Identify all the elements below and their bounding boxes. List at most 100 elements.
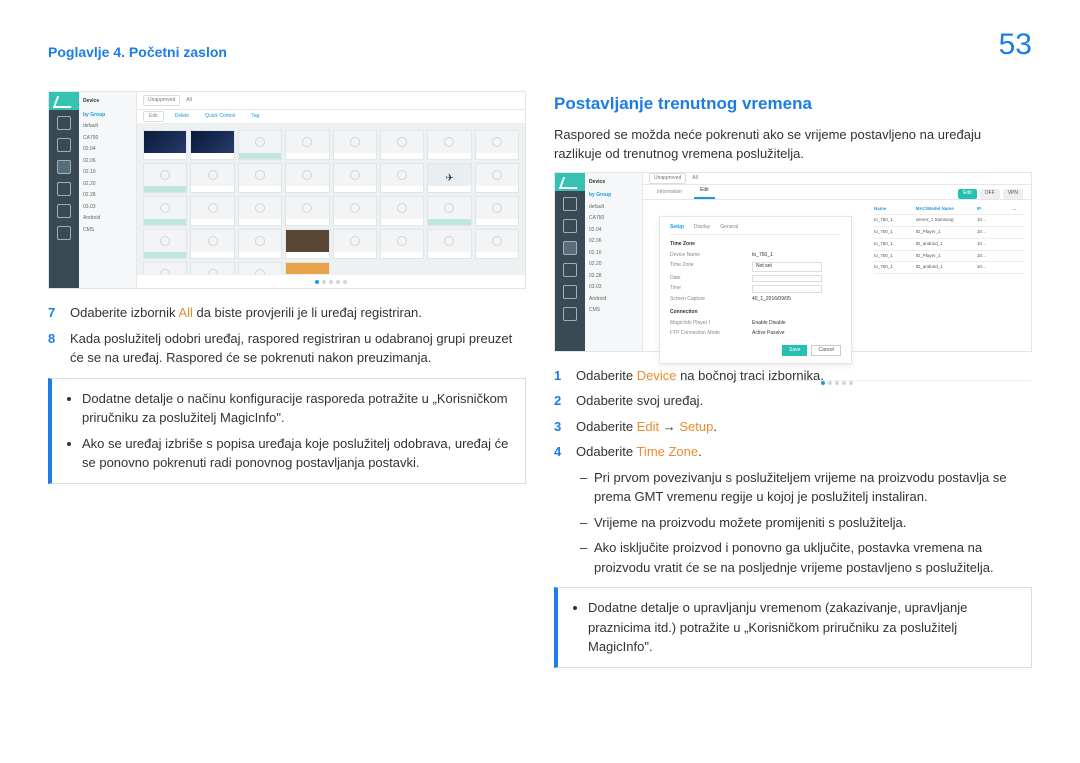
pager[interactable] xyxy=(137,274,525,288)
device-thumb[interactable] xyxy=(238,229,282,259)
panel-tab-setup[interactable]: Setup xyxy=(670,224,684,232)
table-row[interactable]: to_750_1ID_android_110… xyxy=(874,239,1025,251)
device-thumb[interactable] xyxy=(238,196,282,226)
device-thumb[interactable] xyxy=(380,163,424,193)
device-thumb[interactable] xyxy=(190,196,234,226)
sidebar-item[interactable]: 02.04 xyxy=(589,225,638,237)
delete-button[interactable]: Delete xyxy=(170,112,194,122)
tab-unapproved[interactable]: Unapproved xyxy=(143,95,180,107)
sidebar-item[interactable]: 02.20 xyxy=(83,179,132,191)
sidebar-item[interactable]: 03.03 xyxy=(83,202,132,214)
tab-edit[interactable]: Edit xyxy=(694,185,715,199)
device-thumb[interactable] xyxy=(475,130,519,160)
tab-all[interactable]: All xyxy=(186,97,192,105)
nav-device-icon[interactable] xyxy=(57,160,71,174)
radio-group[interactable]: Active Passive xyxy=(752,330,785,338)
device-thumb[interactable] xyxy=(333,130,377,160)
sidebar-item[interactable]: Android xyxy=(589,294,638,306)
tab-information[interactable]: Information xyxy=(651,187,688,199)
sidebar-item[interactable]: 02.04 xyxy=(83,144,132,156)
sidebar-item[interactable]: by Group xyxy=(589,190,638,202)
panel-tab-general[interactable]: General xyxy=(720,224,738,232)
table-row[interactable]: to_750_1server_1 Samsung10… xyxy=(874,215,1025,227)
nav-icon[interactable] xyxy=(57,116,71,130)
th[interactable]: … xyxy=(1012,206,1025,213)
device-thumb[interactable] xyxy=(427,229,471,259)
device-thumb[interactable] xyxy=(475,229,519,259)
sidebar-item[interactable]: 02.20 xyxy=(589,259,638,271)
device-thumb[interactable] xyxy=(285,196,329,226)
device-thumb[interactable] xyxy=(143,196,187,226)
nav-icon[interactable] xyxy=(563,219,577,233)
device-thumb[interactable] xyxy=(427,196,471,226)
table-row[interactable]: to_750_1ID_android_110… xyxy=(874,262,1025,274)
tab-all[interactable]: All xyxy=(692,175,698,183)
tag-button[interactable]: Tag xyxy=(246,112,264,122)
nav-icon[interactable] xyxy=(563,263,577,277)
device-thumb[interactable] xyxy=(238,262,282,274)
device-thumb[interactable] xyxy=(285,262,329,274)
device-thumb[interactable] xyxy=(380,130,424,160)
sidebar-item[interactable]: 02.06 xyxy=(83,156,132,168)
nav-icon[interactable] xyxy=(563,197,577,211)
device-thumb[interactable] xyxy=(380,196,424,226)
sidebar-item[interactable]: 02.28 xyxy=(83,190,132,202)
save-button[interactable]: Save xyxy=(782,345,807,357)
th[interactable]: IP xyxy=(977,206,1009,213)
device-thumb[interactable] xyxy=(190,130,234,160)
device-thumb[interactable] xyxy=(143,163,187,193)
device-thumb[interactable] xyxy=(238,130,282,160)
date-input[interactable] xyxy=(752,275,822,283)
sidebar-item[interactable]: 02.06 xyxy=(589,236,638,248)
device-thumb[interactable] xyxy=(475,196,519,226)
nav-icon[interactable] xyxy=(57,226,71,240)
nav-icon[interactable] xyxy=(57,138,71,152)
sidebar-item[interactable]: CA750 xyxy=(589,213,638,225)
device-thumb[interactable] xyxy=(143,262,187,274)
device-thumb[interactable] xyxy=(143,130,187,160)
sidebar-item[interactable]: 02.10 xyxy=(83,167,132,179)
device-thumb[interactable] xyxy=(190,229,234,259)
device-thumb[interactable] xyxy=(380,229,424,259)
sidebar-item[interactable]: 03.03 xyxy=(589,282,638,294)
device-thumb[interactable] xyxy=(285,130,329,160)
sidebar-item[interactable]: default xyxy=(83,121,132,133)
device-thumb[interactable] xyxy=(333,163,377,193)
radio-group[interactable]: Enable Disable xyxy=(752,320,786,328)
sidebar-item[interactable]: CA750 xyxy=(83,133,132,145)
chip-vpn[interactable]: VPN xyxy=(1003,189,1023,199)
table-row[interactable]: to_750_1ID_Player_110… xyxy=(874,227,1025,239)
device-thumb[interactable] xyxy=(333,196,377,226)
sidebar-item[interactable]: CMS xyxy=(83,225,132,237)
chip-off[interactable]: OFF xyxy=(980,189,1000,199)
time-input[interactable] xyxy=(752,285,822,293)
nav-icon[interactable] xyxy=(563,307,577,321)
chip-edit[interactable]: Edit xyxy=(958,189,977,199)
nav-icon[interactable] xyxy=(57,182,71,196)
nav-icon[interactable] xyxy=(57,204,71,218)
device-thumb[interactable] xyxy=(427,163,471,193)
device-thumb[interactable] xyxy=(143,229,187,259)
sidebar-item[interactable]: by Group xyxy=(83,110,132,122)
device-thumb[interactable] xyxy=(427,130,471,160)
device-thumb[interactable] xyxy=(475,163,519,193)
sidebar-item[interactable]: Android xyxy=(83,213,132,225)
sidebar-item[interactable]: CMS xyxy=(589,305,638,317)
tab-unapproved[interactable]: Unapproved xyxy=(649,173,686,185)
device-thumb[interactable] xyxy=(190,163,234,193)
edit-button[interactable]: Edit xyxy=(143,111,164,123)
nav-icon[interactable] xyxy=(563,285,577,299)
table-row[interactable]: to_750_1ID_Player_110… xyxy=(874,251,1025,263)
device-thumb[interactable] xyxy=(285,163,329,193)
th[interactable]: Name xyxy=(874,206,913,213)
quickcontrol-button[interactable]: Quick Control xyxy=(200,112,240,122)
device-thumb[interactable] xyxy=(285,229,329,259)
sidebar-item[interactable]: default xyxy=(589,202,638,214)
sidebar-item[interactable]: 02.28 xyxy=(589,271,638,283)
th[interactable]: MAC/Model Name xyxy=(916,206,974,213)
device-thumb[interactable] xyxy=(333,229,377,259)
cancel-button[interactable]: Cancel xyxy=(811,345,841,357)
panel-tab-display[interactable]: Display xyxy=(694,224,710,232)
sidebar-item[interactable]: 02.10 xyxy=(589,248,638,260)
timezone-select[interactable]: Not set xyxy=(752,262,822,272)
